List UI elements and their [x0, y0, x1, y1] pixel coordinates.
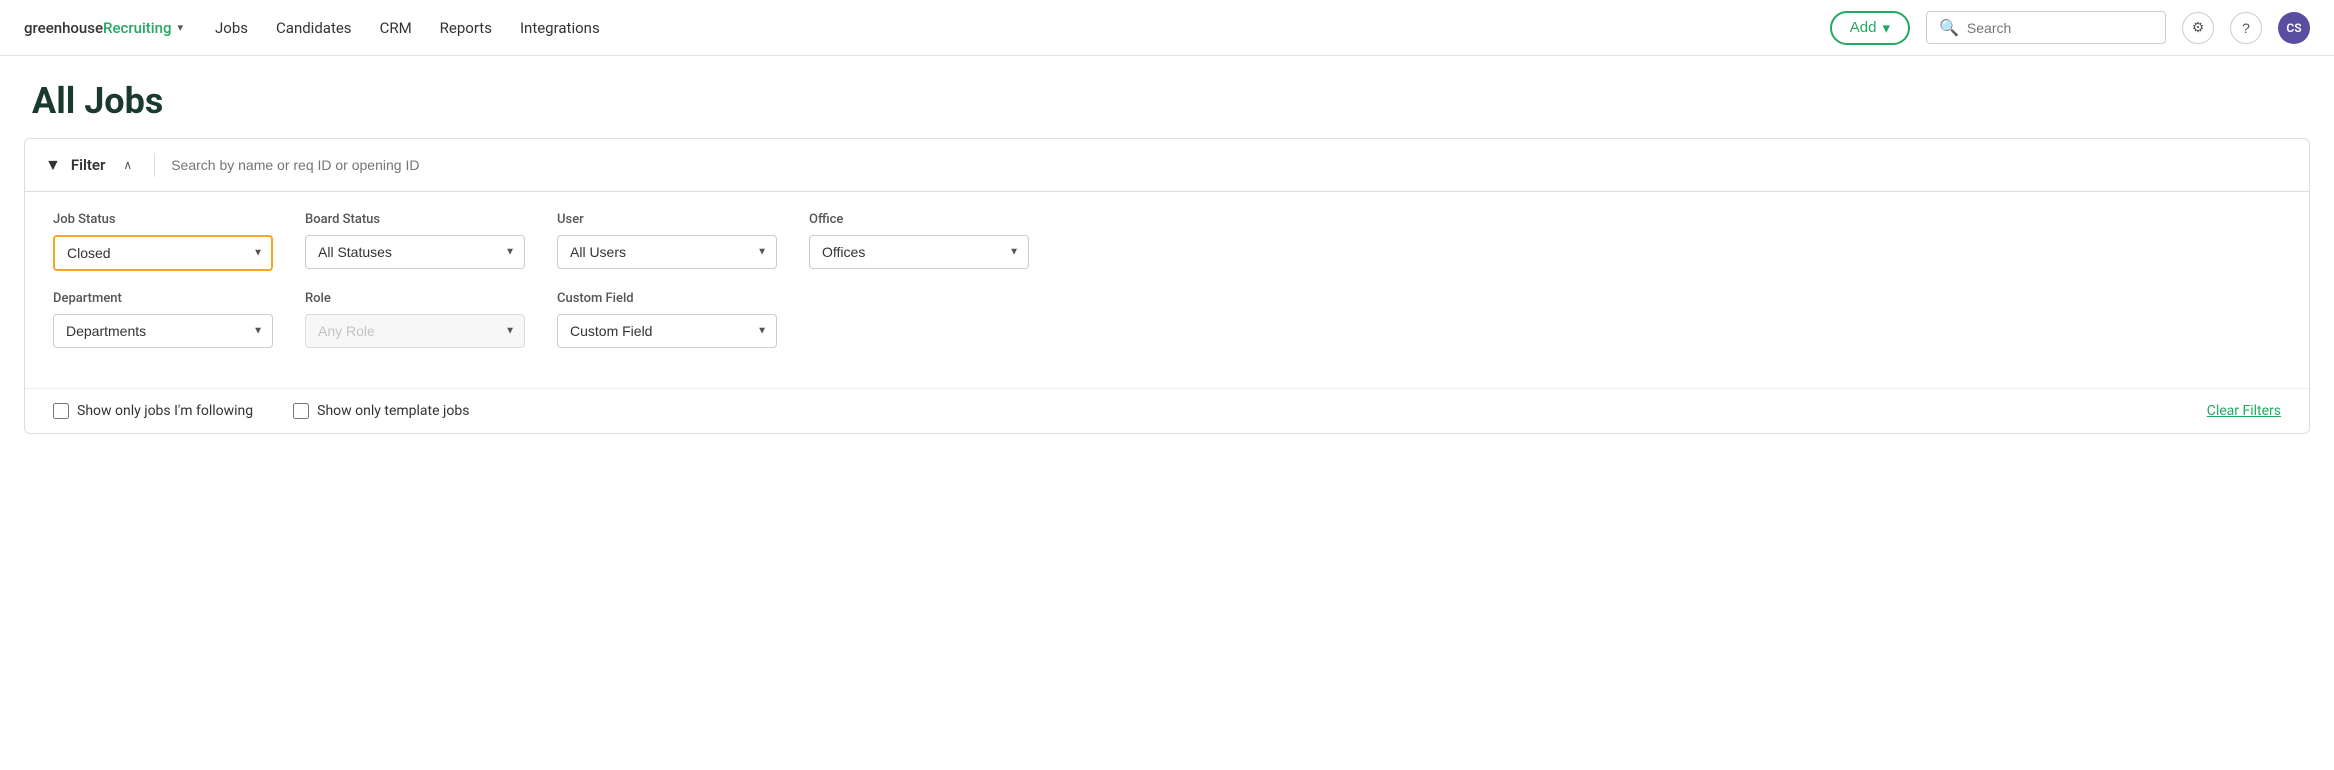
office-select[interactable]: Offices: [809, 235, 1029, 269]
filter-role-group: Role Any Role ▼: [305, 291, 525, 348]
page-title: All Jobs: [32, 80, 2302, 122]
department-label: Department: [53, 291, 273, 306]
brand[interactable]: greenhouse Recruiting ▾: [24, 19, 183, 37]
search-bar: 🔍: [1926, 11, 2166, 44]
add-label: Add: [1850, 19, 1877, 36]
brand-greenhouse-text: greenhouse: [24, 19, 103, 37]
role-select[interactable]: Any Role: [305, 314, 525, 348]
department-select[interactable]: Departments: [53, 314, 273, 348]
role-select-wrapper: Any Role ▼: [305, 314, 525, 348]
board-status-select-wrapper: All Statuses Published Unpublished ▼: [305, 235, 525, 269]
filter-row-1: Job Status Closed Open Draft All Statuse…: [53, 212, 2281, 271]
checkbox-template[interactable]: [293, 403, 309, 419]
user-select-wrapper: All Users ▼: [557, 235, 777, 269]
custom-field-label: Custom Field: [557, 291, 777, 306]
filter-user-group: User All Users ▼: [557, 212, 777, 269]
job-status-select-wrapper: Closed Open Draft All Statuses ▼: [53, 235, 273, 271]
filter-office-group: Office Offices ▼: [809, 212, 1029, 269]
settings-button[interactable]: ⚙: [2182, 12, 2214, 44]
filter-custom-field-group: Custom Field Custom Field ▼: [557, 291, 777, 348]
checkbox-following[interactable]: [53, 403, 69, 419]
department-select-wrapper: Departments ▼: [53, 314, 273, 348]
filter-collapse-icon: ∧: [123, 158, 132, 172]
filter-body: Job Status Closed Open Draft All Statuse…: [25, 192, 2309, 388]
custom-field-select-wrapper: Custom Field ▼: [557, 314, 777, 348]
settings-icon: ⚙: [2192, 19, 2205, 36]
avatar[interactable]: CS: [2278, 12, 2310, 44]
filter-board-status-group: Board Status All Statuses Published Unpu…: [305, 212, 525, 269]
nav-icons: ⚙ ? CS: [2182, 12, 2310, 44]
filter-header[interactable]: ▼ Filter ∧: [25, 139, 2309, 192]
add-button[interactable]: Add ▾: [1830, 11, 1910, 45]
custom-field-select[interactable]: Custom Field: [557, 314, 777, 348]
filter-department-group: Department Departments ▼: [53, 291, 273, 348]
board-status-select[interactable]: All Statuses Published Unpublished: [305, 235, 525, 269]
job-status-label: Job Status: [53, 212, 273, 227]
office-label: Office: [809, 212, 1029, 227]
checkbox-following-text: Show only jobs I'm following: [77, 403, 253, 419]
help-button[interactable]: ?: [2230, 12, 2262, 44]
search-input[interactable]: [1967, 20, 2153, 36]
nav-reports[interactable]: Reports: [440, 19, 492, 37]
nav-links: Jobs Candidates CRM Reports Integrations: [215, 19, 600, 37]
filter-footer: Show only jobs I'm following Show only t…: [25, 388, 2309, 433]
navbar: greenhouse Recruiting ▾ Jobs Candidates …: [0, 0, 2334, 56]
add-chevron-icon: ▾: [1882, 19, 1890, 37]
user-label: User: [557, 212, 777, 227]
avatar-initials: CS: [2286, 21, 2301, 35]
brand-chevron-icon: ▾: [177, 21, 183, 34]
nav-candidates[interactable]: Candidates: [276, 19, 352, 37]
checkbox-following-label[interactable]: Show only jobs I'm following: [53, 403, 253, 419]
nav-integrations[interactable]: Integrations: [520, 19, 600, 37]
nav-jobs[interactable]: Jobs: [215, 19, 248, 37]
nav-crm[interactable]: CRM: [380, 19, 412, 37]
filter-row-2: Department Departments ▼ Role Any Role ▼: [53, 291, 2281, 348]
filter-label: Filter: [71, 156, 106, 174]
office-select-wrapper: Offices ▼: [809, 235, 1029, 269]
filter-funnel-icon: ▼: [45, 155, 61, 175]
search-icon: 🔍: [1939, 18, 1959, 37]
filter-panel: ▼ Filter ∧ Job Status Closed Open Draft …: [24, 138, 2310, 434]
user-select[interactable]: All Users: [557, 235, 777, 269]
job-status-select[interactable]: Closed Open Draft All Statuses: [53, 235, 273, 271]
clear-filters-button[interactable]: Clear Filters: [2207, 403, 2281, 419]
role-label: Role: [305, 291, 525, 306]
help-icon: ?: [2242, 20, 2250, 36]
checkbox-template-label[interactable]: Show only template jobs: [293, 403, 469, 419]
board-status-label: Board Status: [305, 212, 525, 227]
page-header: All Jobs: [0, 56, 2334, 138]
filter-job-status-group: Job Status Closed Open Draft All Statuse…: [53, 212, 273, 271]
checkbox-template-text: Show only template jobs: [317, 403, 469, 419]
brand-recruiting-text: Recruiting: [103, 19, 171, 37]
filter-search-input[interactable]: [154, 153, 2289, 177]
